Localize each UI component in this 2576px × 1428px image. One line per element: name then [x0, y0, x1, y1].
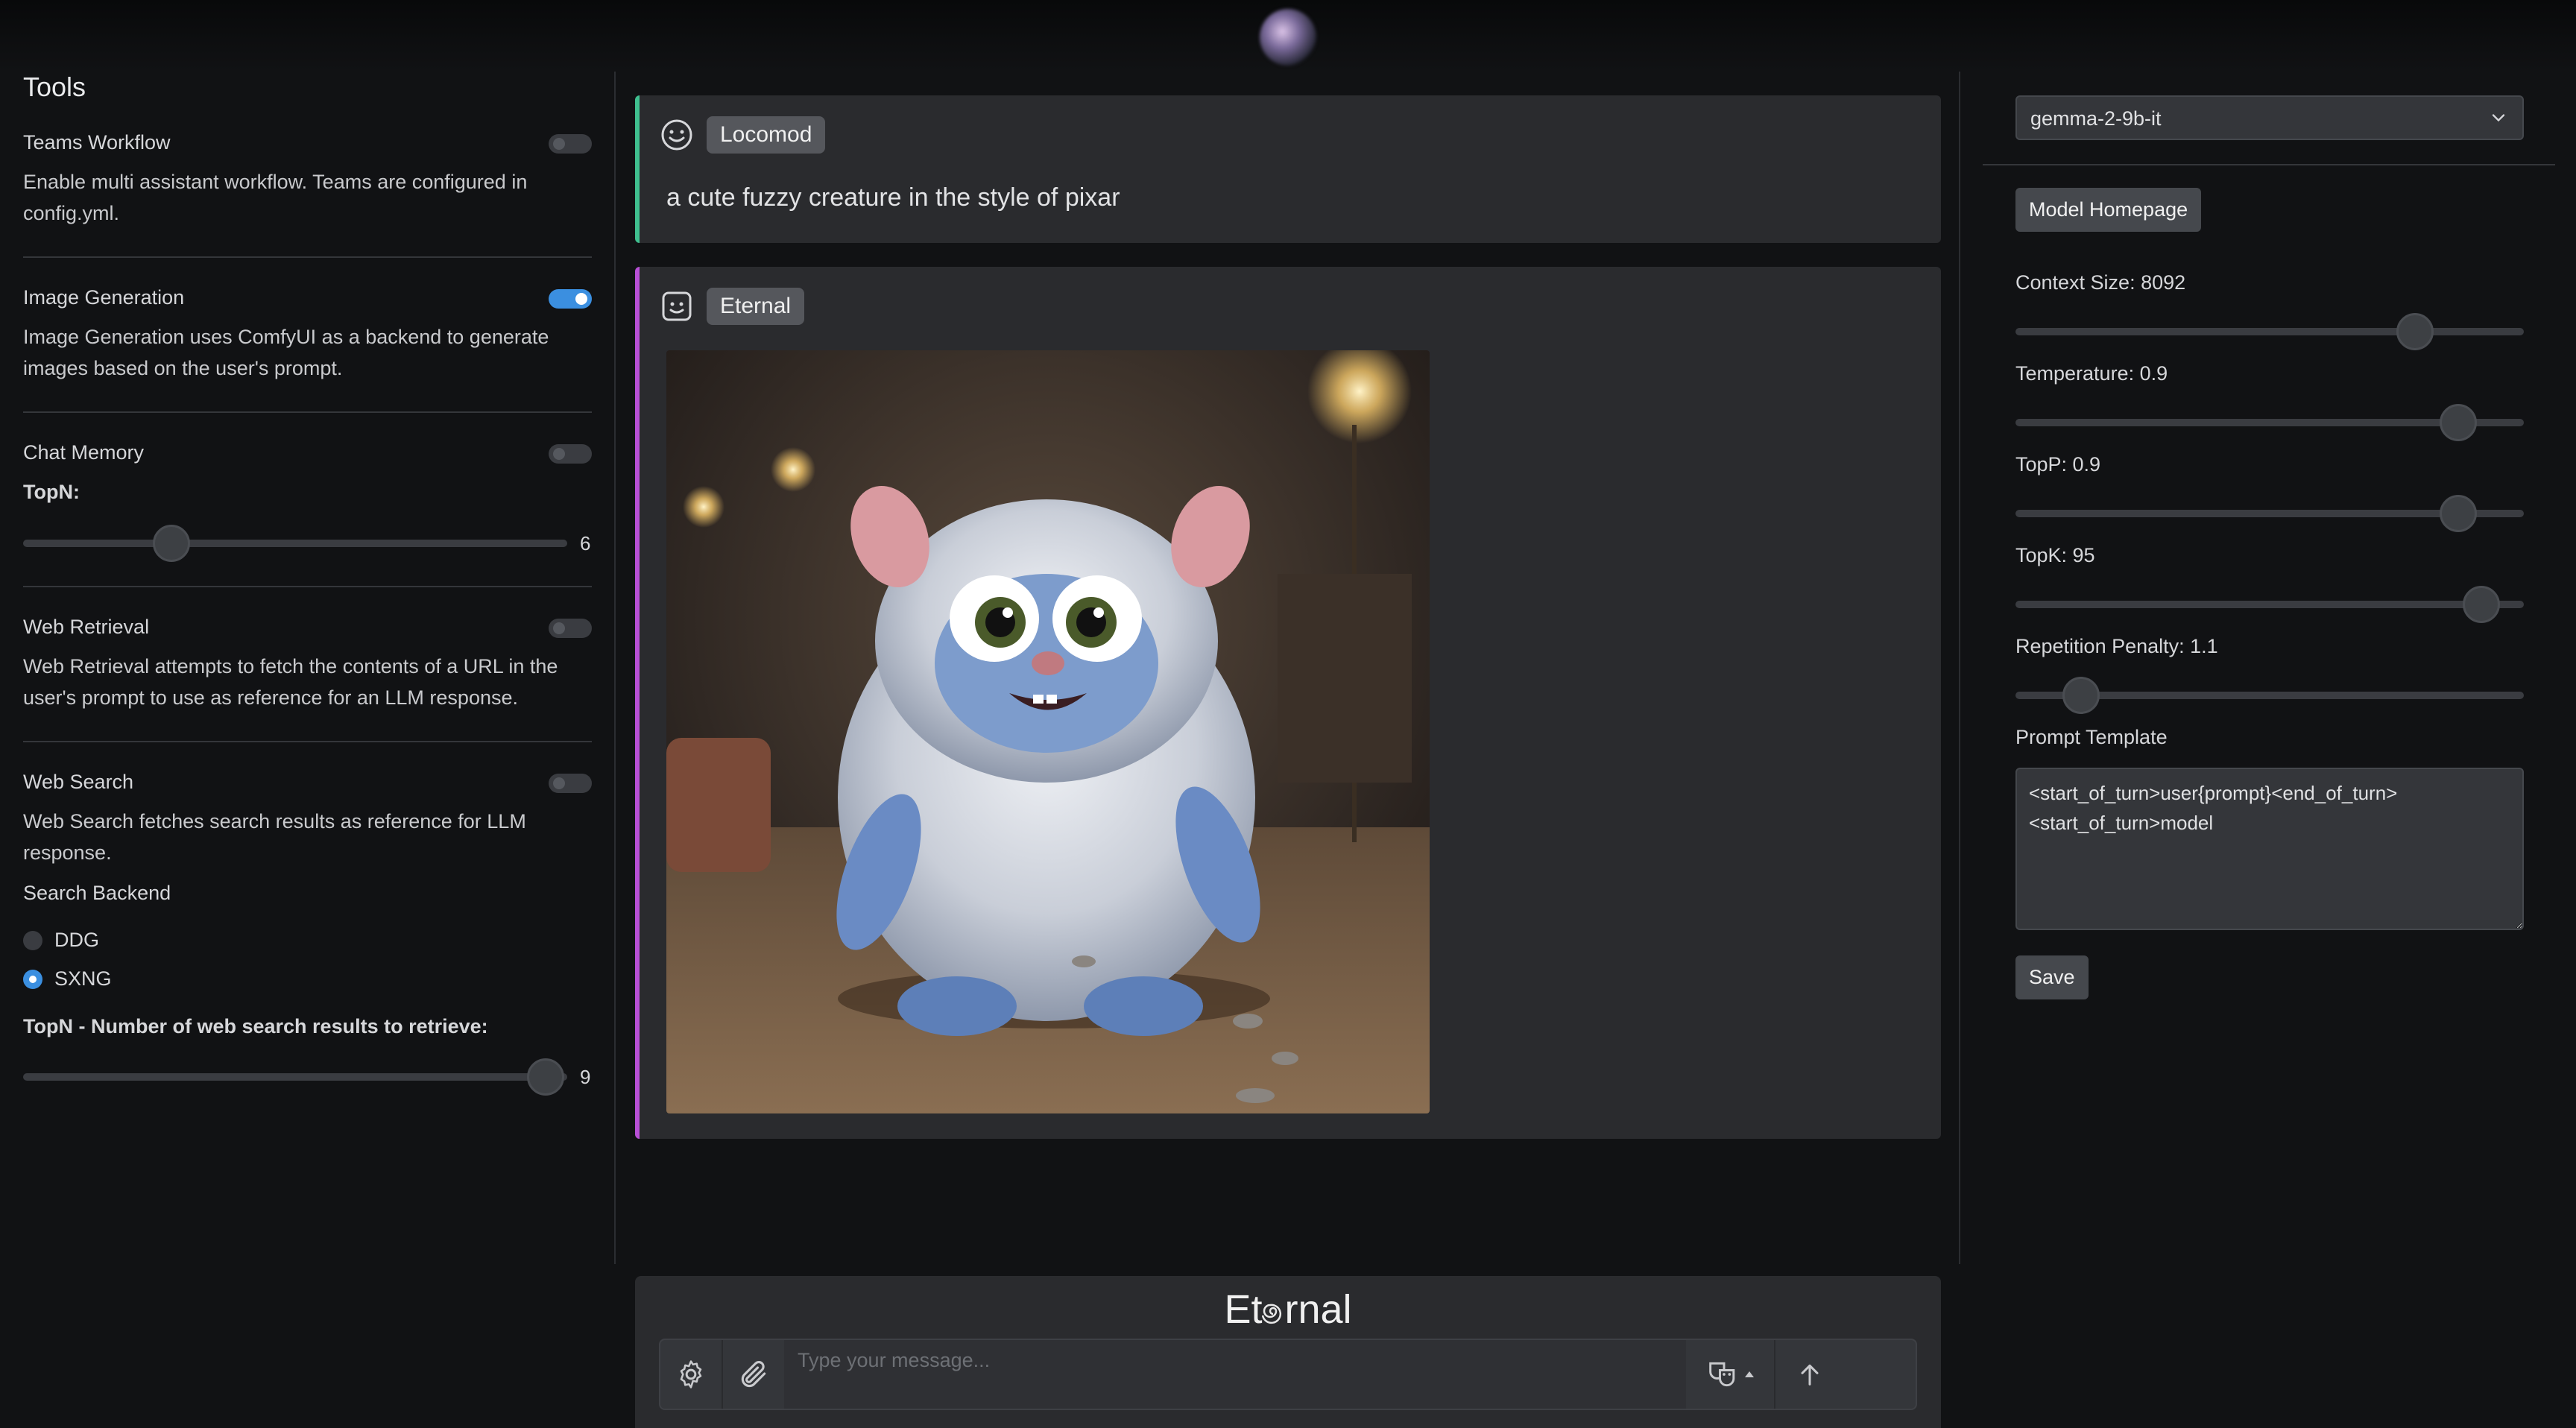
image-generation-toggle[interactable] — [549, 289, 592, 309]
web-retrieval-desc: Web Retrieval attempts to fetch the cont… — [23, 655, 558, 709]
image-generation-section: Image Generation Image Generation uses C… — [23, 286, 592, 384]
fuzzy-creature-image — [666, 350, 1430, 1113]
web-search-desc: Web Search fetches search results as ref… — [23, 810, 526, 864]
backend-option-label: DDG — [54, 929, 99, 951]
selected-model: gemma-2-9b-it — [2030, 107, 2162, 130]
web-search-topn-label: TopN - Number of web search results to r… — [23, 1015, 488, 1037]
divider — [23, 741, 592, 742]
repetition-penalty-slider[interactable] — [2015, 677, 2524, 714]
model-homepage-button[interactable]: Model Homepage — [2015, 188, 2202, 232]
temperature-slider[interactable] — [2015, 404, 2524, 441]
arrow-up-icon — [1801, 1364, 1819, 1386]
message-text: a cute fuzzy creature in the style of pi… — [666, 183, 1120, 212]
web-search-topn-value: 9 — [580, 1066, 591, 1088]
backend-option-label: SXNG — [54, 967, 112, 990]
theater-masks-icon — [1709, 1362, 1735, 1387]
model-settings-sidebar: gemma-2-9b-it Model Homepage Context Siz… — [1959, 72, 2576, 1264]
context-size-label: Context Size: 8092 — [2015, 271, 2186, 294]
brand-text-end: rnal — [1284, 1287, 1352, 1332]
divider — [23, 411, 592, 413]
slider-thumb[interactable] — [2439, 404, 2477, 441]
smiley-icon — [661, 119, 692, 151]
radio-sxng[interactable] — [23, 969, 42, 989]
prompt-template-input[interactable]: <start_of_turn>user{prompt}<end_of_turn>… — [2015, 768, 2524, 930]
slider-thumb[interactable] — [2062, 677, 2100, 714]
chat-memory-topn-label: TopN: — [23, 481, 80, 503]
image-generation-desc: Image Generation uses ComfyUI as a backe… — [23, 326, 549, 379]
sender-badge: Locomod — [707, 116, 826, 154]
message-input[interactable] — [784, 1340, 1686, 1409]
brand-title: Et rnal — [635, 1286, 1941, 1333]
slider-thumb[interactable] — [2396, 313, 2434, 350]
web-search-topn-slider[interactable] — [23, 1058, 567, 1096]
message-header: Locomod — [660, 116, 826, 154]
repetition-penalty-label: Repetition Penalty: 1.1 — [2015, 635, 2218, 657]
teams-workflow-section: Teams Workflow Enable multi assistant wo… — [23, 131, 592, 229]
bot-face-icon — [662, 291, 692, 321]
context-size-slider[interactable] — [2015, 313, 2524, 350]
persona-button[interactable] — [1689, 1340, 1774, 1409]
chat-memory-topn-slider[interactable] — [23, 525, 567, 562]
spiral-icon — [1262, 1304, 1282, 1324]
divider — [23, 256, 592, 258]
send-button[interactable] — [1778, 1340, 1841, 1409]
app-logo-icon — [1260, 9, 1316, 66]
topp-label: TopP: 0.9 — [2015, 453, 2101, 476]
teams-workflow-toggle[interactable] — [549, 134, 592, 154]
top-bar — [0, 0, 2576, 72]
tools-title: Tools — [23, 72, 86, 102]
teams-workflow-desc: Enable multi assistant workflow. Teams a… — [23, 171, 528, 224]
attach-button[interactable] — [723, 1340, 784, 1409]
backend-option-ddg[interactable]: DDG — [23, 929, 99, 952]
slider-thumb[interactable] — [153, 525, 190, 562]
slider-thumb[interactable] — [2439, 495, 2477, 532]
settings-button[interactable] — [660, 1340, 722, 1409]
web-search-toggle[interactable] — [549, 774, 592, 793]
search-backend-label: Search Backend — [23, 882, 171, 904]
radio-ddg[interactable] — [23, 930, 42, 950]
prompt-template-label: Prompt Template — [2015, 726, 2168, 748]
save-button[interactable]: Save — [2015, 955, 2089, 999]
web-retrieval-title: Web Retrieval — [23, 616, 150, 638]
web-retrieval-section: Web Retrieval Web Retrieval attempts to … — [23, 616, 592, 713]
chat-memory-topn-value: 6 — [580, 532, 591, 555]
sender-badge: Eternal — [707, 288, 805, 325]
web-search-section: Web Search Web Search fetches search res… — [23, 771, 592, 905]
slider-thumb[interactable] — [2463, 586, 2501, 623]
topk-label: TopK: 95 — [2015, 544, 2095, 566]
divider — [23, 586, 592, 587]
assistant-message: Eternal — [635, 267, 1941, 1139]
teams-workflow-title: Teams Workflow — [23, 131, 171, 154]
divider — [1983, 164, 2555, 165]
generated-image[interactable] — [666, 350, 1430, 1113]
composer: Et rnal — [635, 1276, 1941, 1428]
caret-up-icon — [1745, 1371, 1754, 1377]
tools-sidebar: Tools Teams Workflow Enable multi assist… — [0, 72, 616, 1264]
brand-text-start: Et — [1224, 1287, 1263, 1332]
chevron-down-icon — [2492, 114, 2505, 122]
backend-option-sxng[interactable]: SXNG — [23, 967, 112, 991]
chat-memory-section: Chat Memory TopN: — [23, 441, 592, 504]
web-retrieval-toggle[interactable] — [549, 619, 592, 638]
message-header: Eternal — [660, 288, 805, 325]
image-generation-title: Image Generation — [23, 286, 185, 309]
model-select[interactable]: gemma-2-9b-it — [2015, 95, 2524, 140]
topp-slider[interactable] — [2015, 495, 2524, 532]
topk-slider[interactable] — [2015, 586, 2524, 623]
chat-memory-title: Chat Memory — [23, 441, 145, 464]
message-input-bar — [659, 1339, 1917, 1410]
web-search-title: Web Search — [23, 771, 134, 793]
gear-icon — [680, 1360, 702, 1388]
temperature-label: Temperature: 0.9 — [2015, 362, 2168, 385]
slider-thumb[interactable] — [527, 1058, 564, 1096]
user-message: Locomod a cute fuzzy creature in the sty… — [635, 95, 1941, 243]
separator — [1774, 1340, 1775, 1409]
paperclip-icon — [741, 1361, 766, 1388]
chat-memory-toggle[interactable] — [549, 444, 592, 464]
